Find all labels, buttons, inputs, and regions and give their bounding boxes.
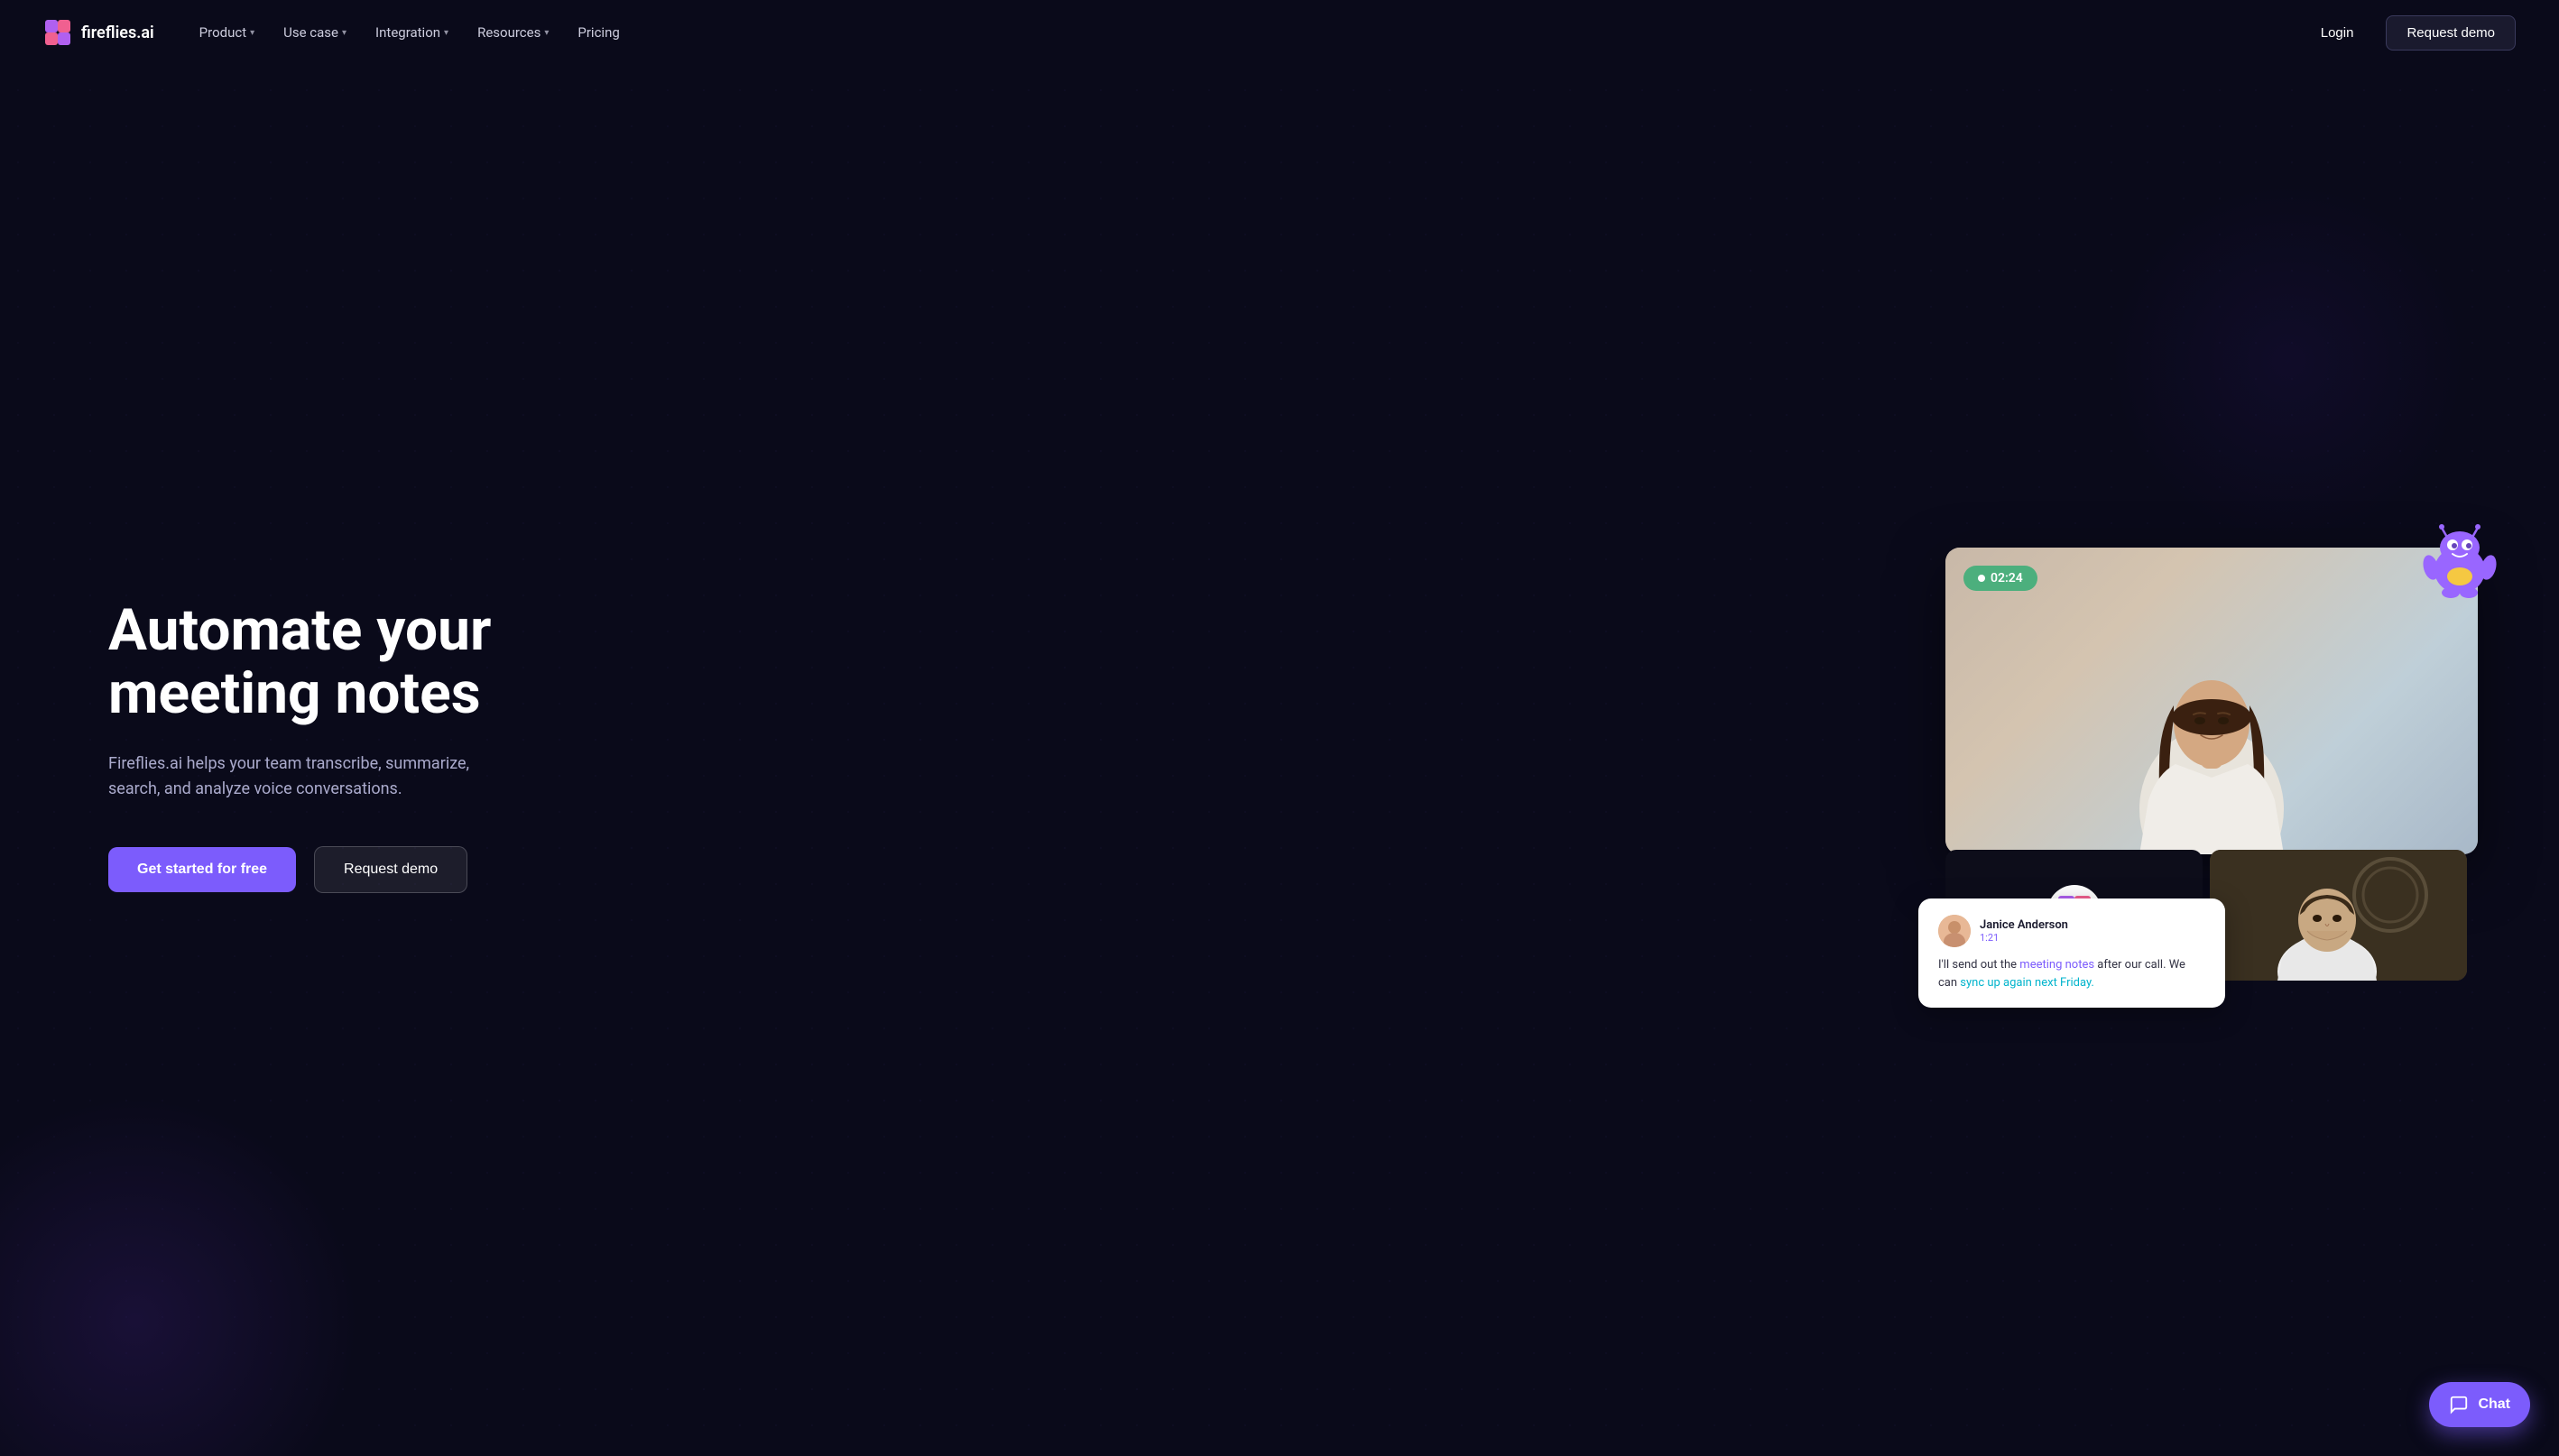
timer-badge: 02:24 xyxy=(1963,566,2037,591)
hero-buttons: Get started for free Request demo xyxy=(108,846,577,893)
hero-section: Automate your meeting notes Fireflies.ai… xyxy=(0,0,2559,1456)
logo-icon xyxy=(43,18,72,47)
chat-user-info: Janice Anderson 1:21 xyxy=(1980,918,2068,944)
navbar: fireflies.ai Product ▾ Use case ▾ Integr… xyxy=(0,0,2559,65)
bg-glow-left xyxy=(0,1095,361,1456)
login-button[interactable]: Login xyxy=(2303,16,2372,50)
chevron-down-icon: ▾ xyxy=(250,28,254,38)
chat-highlight-sync: sync up again next Friday. xyxy=(1960,976,2094,990)
timer-dot xyxy=(1978,575,1985,582)
navbar-right: Login Request demo xyxy=(2303,15,2516,51)
chat-support-label: Chat xyxy=(2478,1396,2510,1413)
nav-item-resources[interactable]: Resources ▾ xyxy=(465,17,561,48)
chat-time: 1:21 xyxy=(1980,932,2068,944)
hero-title: Automate your meeting notes xyxy=(108,599,577,726)
robot-mascot xyxy=(2415,521,2505,611)
get-started-button[interactable]: Get started for free xyxy=(108,847,296,892)
nav-item-integration[interactable]: Integration ▾ xyxy=(363,17,461,48)
chat-support-icon xyxy=(2449,1395,2469,1415)
hero-request-demo-button[interactable]: Request demo xyxy=(314,846,467,893)
chat-bubble-header: Janice Anderson 1:21 xyxy=(1938,915,2205,947)
request-demo-button[interactable]: Request demo xyxy=(2386,15,2516,51)
bg-glow-right xyxy=(2108,180,2469,541)
chat-text-before: I'll send out the xyxy=(1938,958,2019,972)
video-main: 02:24 xyxy=(1945,548,2478,854)
chat-bubble: Janice Anderson 1:21 I'll send out the m… xyxy=(1918,898,2225,1008)
chat-support-button[interactable]: Chat xyxy=(2429,1382,2530,1427)
chevron-down-icon: ▾ xyxy=(444,28,448,38)
chat-username: Janice Anderson xyxy=(1980,918,2068,932)
video-background xyxy=(1945,548,2478,854)
hero-right: 02:24 Janice Anderson 1:21 I'll xyxy=(1927,511,2487,981)
nav-item-usecase[interactable]: Use case ▾ xyxy=(271,17,359,48)
timer-text: 02:24 xyxy=(1991,571,2023,585)
nav-links: Product ▾ Use case ▾ Integration ▾ Resou… xyxy=(187,17,633,48)
navbar-left: fireflies.ai Product ▾ Use case ▾ Integr… xyxy=(43,17,633,48)
hero-left: Automate your meeting notes Fireflies.ai… xyxy=(108,599,577,893)
chat-highlight-meeting-notes: meeting notes xyxy=(2019,958,2094,972)
hero-subtitle: Fireflies.ai helps your team transcribe,… xyxy=(108,751,505,804)
logo[interactable]: fireflies.ai xyxy=(43,18,154,47)
nav-item-product[interactable]: Product ▾ xyxy=(187,17,267,48)
chevron-down-icon: ▾ xyxy=(544,28,549,38)
avatar xyxy=(1938,915,1971,947)
video-thumb-man xyxy=(2210,850,2467,981)
chevron-down-icon: ▾ xyxy=(342,28,346,38)
nav-item-pricing[interactable]: Pricing xyxy=(565,17,632,48)
chat-message: I'll send out the meeting notes after ou… xyxy=(1938,956,2205,991)
logo-text: fireflies.ai xyxy=(81,23,154,42)
